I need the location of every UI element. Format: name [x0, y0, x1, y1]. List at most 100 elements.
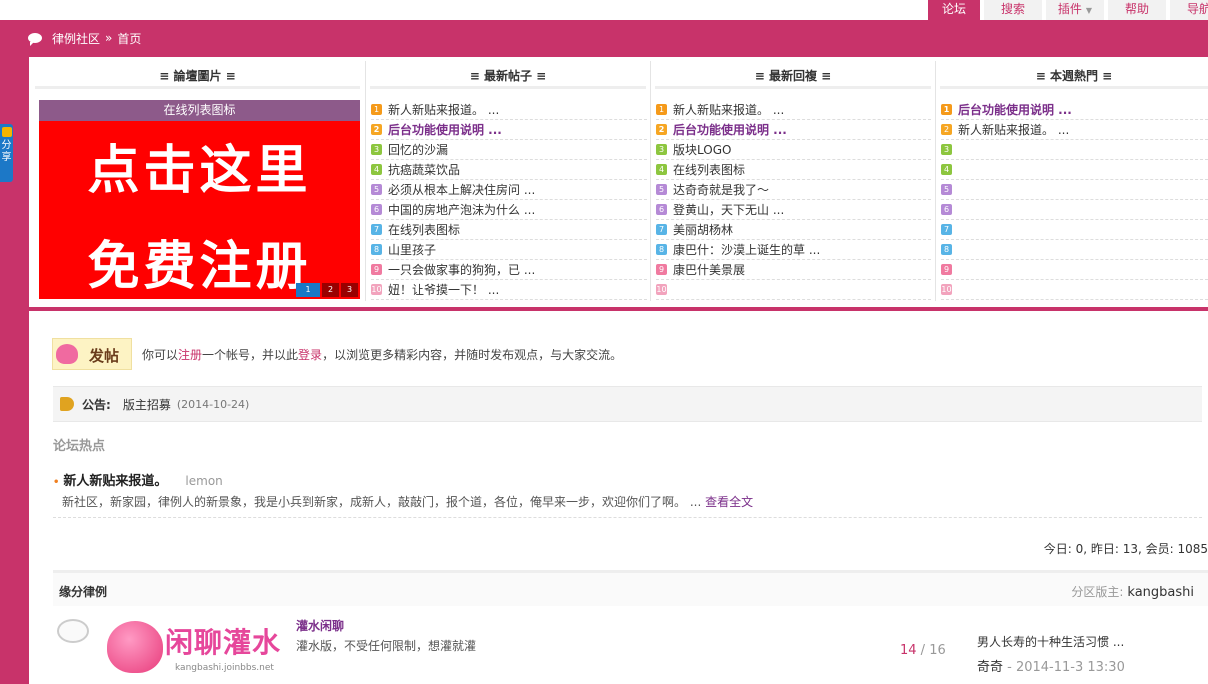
- latest-reply-item[interactable]: 1 新人新贴来报道。 ...: [656, 100, 931, 120]
- tab-plugins[interactable]: 插件 ▼: [1046, 0, 1104, 20]
- weekly-hot-list: 1 后台功能使用说明 ... 2 新人新贴来报道。 ... 3 4 5 6 7 8 9 10: [941, 100, 1208, 300]
- weekly-hot-item[interactable]: 10: [941, 280, 1208, 300]
- latest-post-title[interactable]: 后台功能使用说明 ...: [388, 120, 502, 139]
- speech-bubble-icon: [57, 619, 89, 643]
- latest-reply-title[interactable]: 达奇奇就是我了～: [673, 180, 769, 199]
- rank-badge-icon: 6: [656, 204, 667, 215]
- tab-help[interactable]: 帮助: [1108, 0, 1166, 20]
- slide-page-1[interactable]: 1: [296, 283, 320, 297]
- tab-search[interactable]: 搜索: [984, 0, 1042, 20]
- column-head-latest-replies: ≡ 最新回複 ≡: [655, 63, 931, 89]
- latest-reply-title[interactable]: 新人新贴来报道。 ...: [673, 100, 784, 119]
- latest-reply-item[interactable]: 9 康巴什美景展: [656, 260, 931, 280]
- weekly-hot-item[interactable]: 5: [941, 180, 1208, 200]
- latest-post-title[interactable]: 山里孩子: [388, 240, 436, 259]
- slide-pager: 1 2 3: [294, 283, 358, 297]
- latest-reply-title[interactable]: 登黄山，天下无山 ...: [673, 200, 784, 219]
- weekly-hot-item[interactable]: 3: [941, 140, 1208, 160]
- latest-post-title[interactable]: 中国的房地产泡沫为什么 ...: [388, 200, 535, 219]
- slide-text-line1: 点击这里: [87, 141, 312, 201]
- latest-post-title[interactable]: 在线列表图标: [388, 220, 460, 239]
- latest-post-title[interactable]: 新人新贴来报道。 ...: [388, 100, 499, 119]
- last-post-author[interactable]: 奇奇: [977, 660, 1003, 675]
- last-post-meta: 奇奇 - 2014-11-3 13:30: [977, 656, 1125, 675]
- weekly-hot-title[interactable]: 后台功能使用说明 ...: [958, 100, 1072, 119]
- latest-reply-item[interactable]: 2 后台功能使用说明 ...: [656, 120, 931, 140]
- latest-post-title[interactable]: 必须从根本上解决住房问 ...: [388, 180, 535, 199]
- hot-item: • 新人新贴来报道。 lemon 新社区，新家园，律例人的新景象，我是小兵到新家，成…: [53, 470, 1202, 518]
- category-name[interactable]: 缘分律例: [59, 583, 107, 600]
- thread-count: 14: [900, 643, 917, 658]
- rank-badge-icon: 10: [371, 284, 382, 295]
- latest-post-item[interactable]: 2 后台功能使用说明 ...: [371, 120, 647, 140]
- latest-post-item[interactable]: 10 妞！让爷摸一下！ ...: [371, 280, 647, 300]
- latest-post-item[interactable]: 5 必须从根本上解决住房问 ...: [371, 180, 647, 200]
- latest-reply-item[interactable]: 3 版块LOGO: [656, 140, 931, 160]
- rank-badge-icon: 5: [656, 184, 667, 195]
- slide-caption: 在线列表图标: [39, 100, 360, 121]
- latest-reply-title[interactable]: 康巴什美景展: [673, 260, 745, 279]
- latest-post-item[interactable]: 6 中国的房地产泡沫为什么 ...: [371, 200, 647, 220]
- announcement-link[interactable]: 版主招募: [123, 396, 171, 413]
- latest-post-item[interactable]: 9 一只会做家事的狗狗，已 ...: [371, 260, 647, 280]
- forum-row: 闲聊灌水 kangbashi.joinbbs.net 灌水闲聊 灌水版，不受任何…: [53, 613, 1208, 684]
- forum-logo-url: kangbashi.joinbbs.net: [175, 663, 274, 673]
- latest-reply-item[interactable]: 4 在线列表图标: [656, 160, 931, 180]
- register-link[interactable]: 注册: [178, 348, 202, 362]
- slide-page-2[interactable]: 2: [322, 283, 339, 297]
- image-slideshow[interactable]: 在线列表图标 点击这里 免费注册 1 2 3: [39, 100, 360, 299]
- hot-item-body: 新社区，新家园，律例人的新景象，我是小兵到新家，成新人，敲敲门，报个道，各位，俺…: [62, 493, 1202, 510]
- tab-navigation[interactable]: 导航: [1170, 0, 1208, 20]
- latest-post-item[interactable]: 8 山里孩子: [371, 240, 647, 260]
- latest-post-item[interactable]: 1 新人新贴来报道。 ...: [371, 100, 647, 120]
- login-link[interactable]: 登录: [298, 348, 322, 362]
- weekly-hot-item[interactable]: 9: [941, 260, 1208, 280]
- weekly-hot-item[interactable]: 4: [941, 160, 1208, 180]
- latest-reply-title[interactable]: 版块LOGO: [673, 140, 731, 159]
- breadcrumb-current[interactable]: 首页: [117, 30, 141, 47]
- guest-message: 你可以注册一个帐号，并以此登录，以浏览更多精彩内容，并随时发布观点，与大家交流。: [142, 346, 622, 363]
- hot-bar: ≡ 論壇圖片 ≡ ≡ 最新帖子 ≡ ≡ 最新回複 ≡ ≡ 本週熱門 ≡ 在线列表…: [29, 57, 1208, 307]
- latest-reply-title[interactable]: 后台功能使用说明 ...: [673, 120, 787, 139]
- latest-reply-title[interactable]: 在线列表图标: [673, 160, 745, 179]
- weekly-hot-item[interactable]: 1 后台功能使用说明 ...: [941, 100, 1208, 120]
- latest-reply-item[interactable]: 7 美丽胡杨林: [656, 220, 931, 240]
- latest-reply-title[interactable]: 美丽胡杨林: [673, 220, 733, 239]
- share-side-tab[interactable]: 分享: [0, 124, 13, 182]
- forum-name[interactable]: 灌水闲聊: [296, 617, 344, 634]
- last-post-title[interactable]: 男人长寿的十种生活习惯 ...: [977, 633, 1125, 650]
- latest-post-item[interactable]: 3 回忆的沙漏: [371, 140, 647, 160]
- hot-item-author[interactable]: lemon: [185, 474, 222, 488]
- new-post-button[interactable]: 发帖: [52, 338, 132, 370]
- latest-posts-list: 1 新人新贴来报道。 ... 2 后台功能使用说明 ... 3 回忆的沙漏 4 抗癌蔬菜饮品 5…: [371, 100, 647, 300]
- breadcrumb-separator: »: [105, 31, 113, 45]
- latest-reply-item[interactable]: 8 康巴什：沙漠上诞生的草 ...: [656, 240, 931, 260]
- rank-badge-icon: 9: [371, 264, 382, 275]
- latest-post-item[interactable]: 4 抗癌蔬菜饮品: [371, 160, 647, 180]
- moderator-name[interactable]: kangbashi: [1127, 585, 1194, 600]
- latest-reply-item[interactable]: 6 登黄山，天下无山 ...: [656, 200, 931, 220]
- weekly-hot-item[interactable]: 8: [941, 240, 1208, 260]
- weekly-hot-item[interactable]: 6: [941, 200, 1208, 220]
- latest-post-title[interactable]: 回忆的沙漏: [388, 140, 448, 159]
- bullet-icon: •: [53, 477, 60, 488]
- read-more-link[interactable]: 查看全文: [705, 495, 753, 509]
- weekly-hot-title[interactable]: 新人新贴来报道。 ...: [958, 120, 1069, 139]
- latest-reply-item[interactable]: 10: [656, 280, 931, 300]
- tab-forum[interactable]: 论坛: [928, 0, 980, 20]
- last-post-time: - 2014-11-3 13:30: [1003, 660, 1125, 675]
- latest-post-title[interactable]: 抗癌蔬菜饮品: [388, 160, 460, 179]
- chevron-down-icon: ▼: [1085, 6, 1093, 15]
- latest-post-item[interactable]: 7 在线列表图标: [371, 220, 647, 240]
- breadcrumb-site-link[interactable]: 律例社区: [52, 30, 100, 47]
- forum-logo[interactable]: 闲聊灌水 kangbashi.joinbbs.net: [101, 613, 291, 677]
- latest-post-title[interactable]: 妞！让爷摸一下！ ...: [388, 280, 499, 299]
- latest-reply-title[interactable]: 康巴什：沙漠上诞生的草 ...: [673, 240, 820, 259]
- latest-reply-item[interactable]: 5 达奇奇就是我了～: [656, 180, 931, 200]
- weekly-hot-item[interactable]: 2 新人新贴来报道。 ...: [941, 120, 1208, 140]
- weekly-hot-item[interactable]: 7: [941, 220, 1208, 240]
- latest-post-title[interactable]: 一只会做家事的狗狗，已 ...: [388, 260, 535, 279]
- slide-page-3[interactable]: 3: [341, 283, 358, 297]
- count-separator: /: [916, 643, 930, 658]
- hot-item-title[interactable]: 新人新贴来报道。: [63, 474, 167, 489]
